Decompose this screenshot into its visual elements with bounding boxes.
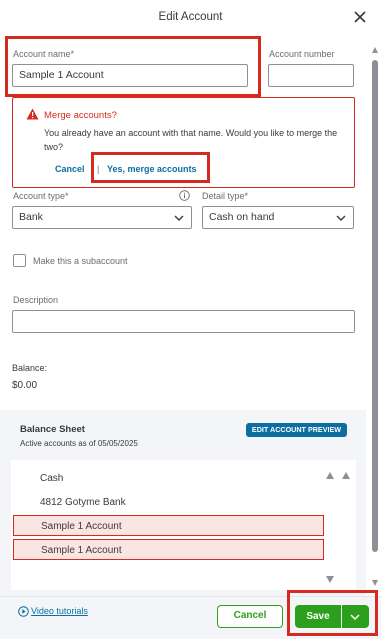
subaccount-label: Make this a subaccount bbox=[33, 256, 128, 266]
account-number-input[interactable] bbox=[268, 64, 354, 87]
modal-title: Edit Account bbox=[158, 11, 223, 23]
description-input[interactable] bbox=[12, 310, 355, 333]
scroll-down-arrow[interactable] bbox=[372, 580, 378, 586]
video-tutorials-link[interactable]: Video tutorials bbox=[31, 606, 88, 616]
list-item-highlighted: Sample 1 Account bbox=[13, 539, 324, 560]
balance-sheet-title: Balance Sheet bbox=[20, 424, 85, 435]
list-scroll-down-icon[interactable] bbox=[326, 576, 334, 583]
modal-header: Edit Account bbox=[0, 0, 381, 36]
chevron-down-icon bbox=[336, 215, 346, 221]
highlight-save bbox=[287, 590, 378, 636]
highlight-account-name bbox=[5, 36, 261, 97]
warning-icon bbox=[26, 108, 39, 120]
merge-cancel-link[interactable]: Cancel bbox=[55, 164, 85, 174]
subaccount-checkbox[interactable] bbox=[13, 254, 26, 267]
list-item: Cash bbox=[40, 473, 64, 484]
detail-type-label: Detail type* bbox=[202, 191, 249, 201]
list-item: 4812 Gotyme Bank bbox=[40, 497, 126, 508]
account-type-value: Bank bbox=[19, 211, 43, 223]
merge-alert-message: You already have an account with that na… bbox=[44, 128, 338, 152]
account-number-label: Account number bbox=[269, 49, 335, 59]
edit-account-preview-badge: EDIT ACCOUNT PREVIEW bbox=[246, 423, 347, 437]
list-scroll-up-icon[interactable] bbox=[342, 472, 350, 479]
balance-label: Balance: bbox=[12, 363, 48, 373]
description-label: Description bbox=[13, 295, 59, 305]
account-type-select[interactable]: Bank bbox=[12, 206, 192, 229]
detail-type-select[interactable]: Cash on hand bbox=[202, 206, 354, 229]
account-type-label: Account type* bbox=[13, 191, 69, 201]
list-item-label: Sample 1 Account bbox=[41, 545, 122, 556]
info-icon[interactable] bbox=[179, 190, 190, 201]
balance-sheet-subtitle: Active accounts as of 05/05/2025 bbox=[20, 439, 138, 448]
scrollbar-thumb[interactable] bbox=[372, 60, 378, 552]
detail-type-value: Cash on hand bbox=[209, 211, 275, 223]
list-scroll-up-icon[interactable] bbox=[326, 472, 334, 479]
balance-value: $0.00 bbox=[12, 380, 38, 391]
list-item-highlighted: Sample 1 Account bbox=[13, 515, 324, 536]
list-item-label: Sample 1 Account bbox=[41, 521, 122, 532]
chevron-down-icon bbox=[174, 215, 184, 221]
cancel-button[interactable]: Cancel bbox=[217, 605, 283, 628]
highlight-merge-confirm bbox=[91, 152, 210, 183]
play-circle-icon bbox=[18, 606, 29, 617]
merge-alert-title: Merge accounts? bbox=[44, 110, 117, 121]
scroll-up-arrow[interactable] bbox=[372, 47, 378, 53]
close-icon[interactable] bbox=[351, 8, 369, 26]
